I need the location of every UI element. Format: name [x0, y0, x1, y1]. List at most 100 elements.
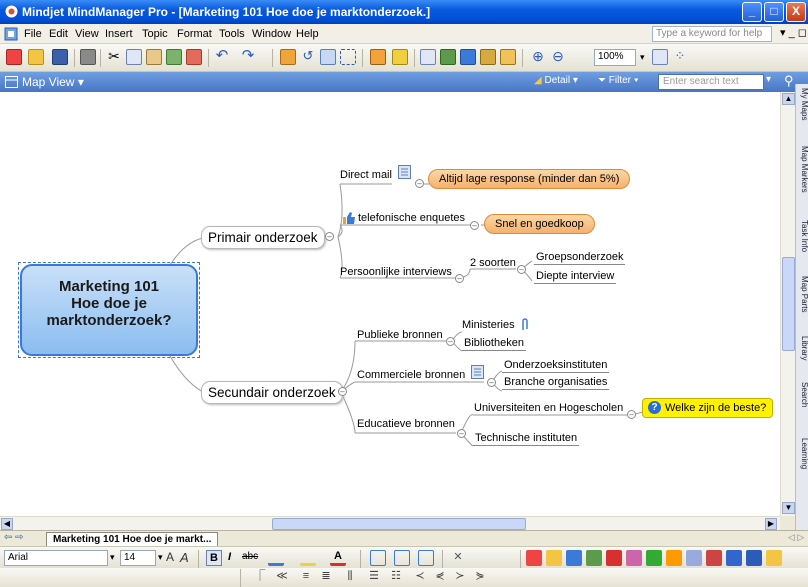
topic-groepsonderzoek[interactable]: Groepsonderzoek	[534, 251, 626, 265]
font-size-field[interactable]: 14	[120, 550, 156, 566]
horizontal-scrollbar[interactable]: ◀ ▶	[0, 516, 780, 530]
topic-technische-instituten[interactable]: Technische instituten	[473, 432, 580, 446]
map-search-input[interactable]: Enter search text	[658, 74, 764, 90]
topic-publieke-bronnen[interactable]: Publieke bronnen	[357, 329, 443, 341]
tab-task-info[interactable]: Task Info	[796, 218, 808, 252]
topic-educatieve-bronnen[interactable]: Educatieve bronnen	[357, 418, 455, 430]
blue-marker-icon[interactable]	[686, 550, 702, 566]
print-icon[interactable]	[80, 49, 96, 65]
align-center-icon[interactable]: ≡	[298, 569, 314, 585]
open-folder-icon[interactable]	[28, 49, 44, 65]
menu-window[interactable]: Window	[252, 28, 291, 40]
grow-font-icon[interactable]: A	[166, 550, 174, 564]
tab-scroll-icon[interactable]: ◁ ▷	[788, 532, 804, 543]
callout-direct-mail[interactable]: Altijd lage response (minder dan 5%)	[428, 169, 631, 189]
notes-icon[interactable]	[420, 49, 436, 65]
vertical-scroll-thumb[interactable]	[782, 257, 795, 351]
task-marker-icon[interactable]	[566, 550, 582, 566]
zoom-out-icon[interactable]: ⊖	[550, 49, 566, 65]
notes-icon[interactable]	[471, 365, 484, 379]
topic-persoonlijke-interviews[interactable]: Persoonlijke interviews	[340, 266, 452, 278]
spacing-more-icon[interactable]: ⋟	[472, 569, 488, 585]
font-dropdown-icon[interactable]: ▾	[110, 552, 115, 563]
menu-view[interactable]: View	[75, 28, 99, 40]
collapse-toggle[interactable]: –	[457, 429, 466, 438]
zoom-level-field[interactable]: 100%	[594, 49, 636, 66]
collapse-toggle[interactable]: –	[446, 337, 455, 346]
attachment-icon[interactable]	[460, 49, 476, 65]
document-icon[interactable]	[4, 27, 18, 41]
menu-file[interactable]: File	[24, 28, 42, 40]
search-dropdown-icon[interactable]: ▾	[766, 74, 771, 85]
collapse-toggle[interactable]: –	[470, 221, 479, 230]
shrink-font-icon[interactable]: A	[180, 550, 189, 565]
bold-icon[interactable]: B	[206, 550, 222, 566]
collapse-toggle[interactable]: –	[455, 274, 464, 283]
undo-icon[interactable]: ↶	[214, 48, 230, 65]
insert-topic-icon[interactable]	[280, 49, 296, 65]
fit-map-icon[interactable]	[652, 49, 668, 65]
collapse-toggle[interactable]: –	[627, 410, 636, 419]
menu-tools[interactable]: Tools	[219, 28, 245, 40]
redo-icon[interactable]: ↷	[240, 48, 256, 65]
new-map-icon[interactable]	[6, 49, 22, 65]
help-dropdown-icon[interactable]: ▾ _ ◻	[780, 26, 807, 39]
growth-direction-icon[interactable]	[418, 550, 434, 566]
topic-onderzoeksinstituten[interactable]: Onderzoeksinstituten	[502, 359, 610, 373]
same-width-icon[interactable]: ☰	[366, 569, 382, 585]
topic-direct-mail[interactable]: Direct mail	[340, 169, 392, 181]
scroll-up-icon[interactable]: ▲	[782, 93, 795, 105]
line-color-icon[interactable]	[268, 550, 284, 566]
font-color-icon[interactable]: A	[330, 550, 346, 566]
minimize-button[interactable]: _	[742, 2, 762, 22]
spacing-left-icon[interactable]: ≺	[412, 569, 428, 585]
resources-icon[interactable]	[480, 49, 496, 65]
topic-ministeries[interactable]: Ministeries	[462, 319, 515, 331]
italic-icon[interactable]: I	[228, 551, 231, 563]
paste-icon[interactable]	[146, 49, 162, 65]
menu-insert[interactable]: Insert	[105, 28, 133, 40]
callout-telefonische[interactable]: Snel en goedkoop	[484, 214, 595, 234]
powerpoint-export-icon[interactable]	[726, 550, 742, 566]
tab-my-maps[interactable]: My Maps	[796, 86, 808, 120]
topic-shape-icon[interactable]	[370, 550, 386, 566]
topic-telefonische-enquetes[interactable]: telefonische enquetes	[358, 212, 465, 224]
close-button[interactable]: X	[786, 2, 806, 22]
font-family-field[interactable]: Arial	[4, 550, 108, 566]
tab-learning[interactable]: Learning	[796, 436, 808, 469]
cut-icon[interactable]: ✂	[106, 49, 122, 65]
boundary-icon[interactable]	[340, 49, 356, 65]
topic-primair-onderzoek[interactable]: Primair onderzoek	[201, 226, 325, 249]
tab-search[interactable]: Search	[796, 380, 808, 407]
map-view-menu[interactable]: Map View ▾	[22, 75, 84, 89]
menu-edit[interactable]: Edit	[49, 28, 68, 40]
fill-color-icon[interactable]	[300, 550, 316, 566]
scroll-icon[interactable]: ⁘	[672, 49, 688, 65]
collapse-toggle[interactable]: –	[338, 387, 347, 396]
word-export-icon[interactable]	[706, 550, 722, 566]
spacing-mid-icon[interactable]: ⋞	[432, 569, 448, 585]
image-icon[interactable]	[440, 49, 456, 65]
scroll-left-icon[interactable]: ◀	[1, 518, 13, 530]
binoculars-icon[interactable]: ⚲	[784, 73, 794, 89]
progress-marker-icon[interactable]	[586, 550, 602, 566]
collapse-toggle[interactable]: –	[415, 179, 424, 188]
copy-icon[interactable]	[126, 49, 142, 65]
marker-icon[interactable]	[370, 49, 386, 65]
tab-library[interactable]: Library	[796, 334, 808, 360]
tab-nav-arrows-icon[interactable]: ⇦ ⇨	[4, 532, 24, 543]
green-marker-icon[interactable]	[646, 550, 662, 566]
purple-marker-icon[interactable]	[626, 550, 642, 566]
distribute-icon[interactable]: ⫼	[342, 569, 358, 585]
align-right-icon[interactable]: ≣	[318, 569, 334, 585]
filter-menu[interactable]: ⏷ Filter ▾	[598, 75, 639, 86]
clear-format-icon[interactable]: ✕	[450, 550, 466, 566]
vertical-scrollbar[interactable]: ▲ ▼	[780, 92, 795, 516]
collapse-toggle[interactable]: –	[325, 232, 334, 241]
spelling-icon[interactable]	[186, 49, 202, 65]
task-info-icon[interactable]	[500, 49, 516, 65]
scroll-right-icon[interactable]: ▶	[765, 518, 777, 530]
menu-help[interactable]: Help	[296, 28, 319, 40]
orange-marker-icon[interactable]	[666, 550, 682, 566]
zoom-dropdown-icon[interactable]: ▾	[640, 52, 645, 63]
